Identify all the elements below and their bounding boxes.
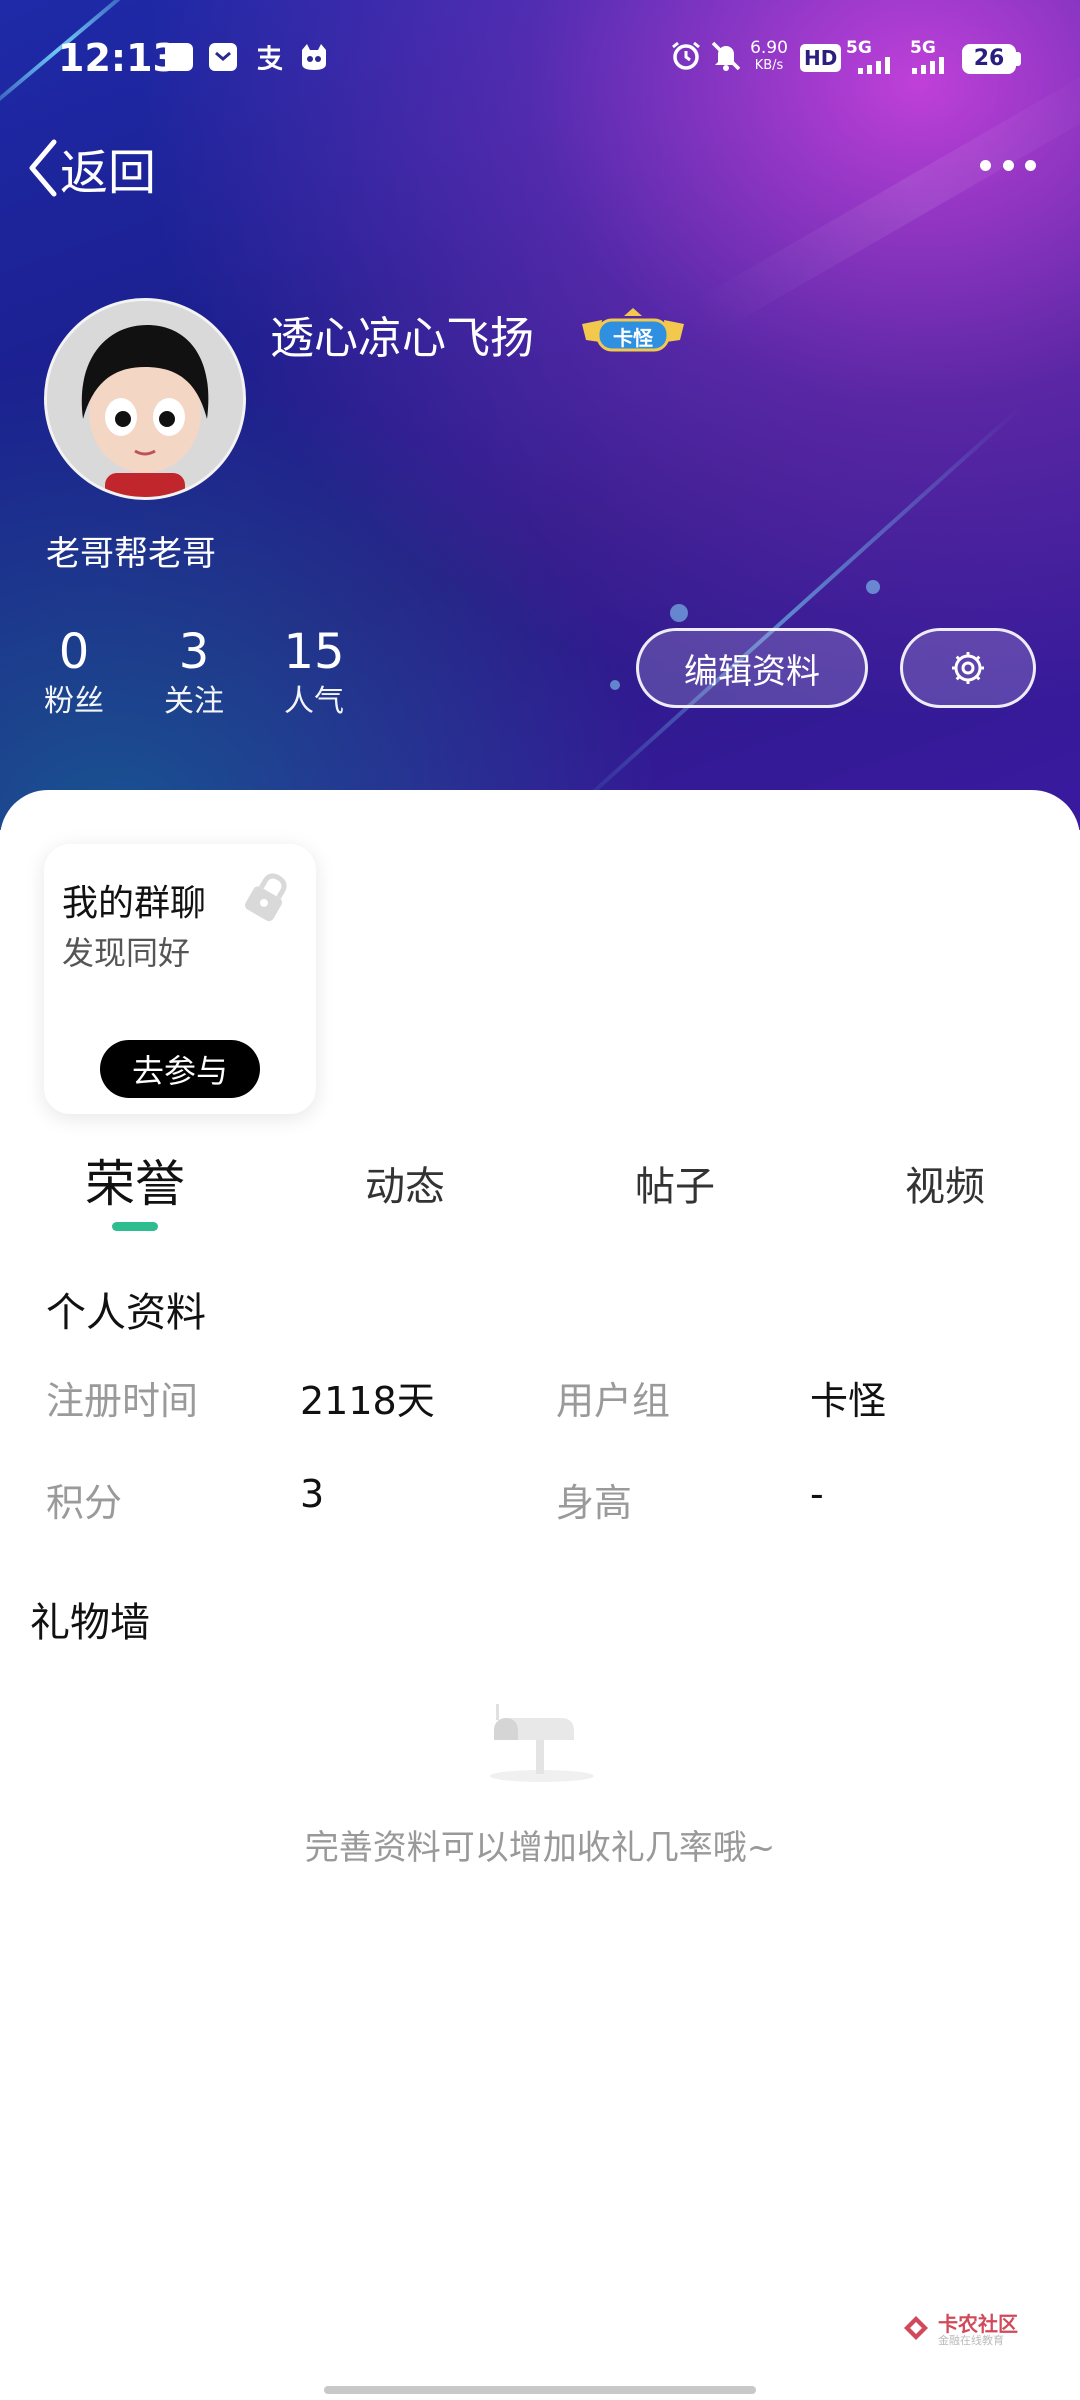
info-label: 注册时间 [46, 1379, 199, 1423]
watermark-sub: 金融在线教育 [938, 2334, 1004, 2347]
battery-tip [1016, 52, 1021, 66]
stat-value: 15 [283, 624, 345, 680]
speed-value: 6.90 [750, 38, 788, 58]
decor-dot [670, 604, 688, 622]
back-button[interactable]: 返回 [26, 138, 156, 201]
sim1-label: 5G [846, 38, 872, 58]
stat-popularity[interactable]: 15 人气 [264, 622, 364, 722]
info-value: 2118天 [300, 1379, 435, 1423]
gift-wall-title: 礼物墙 [30, 1600, 150, 1646]
alipay-icon [254, 42, 284, 72]
message-icon [208, 42, 238, 72]
avatar[interactable] [44, 298, 246, 500]
tab-active-indicator [112, 1222, 158, 1231]
info-value: - [810, 1472, 824, 1516]
home-indicator[interactable] [324, 2386, 756, 2394]
status-bar: 12:13 6.90 KB/s HD 5G 5G 26 [0, 0, 1080, 120]
speed-unit: KB/s [754, 58, 784, 73]
stat-value: 3 [178, 624, 210, 680]
group-chat-card[interactable]: 我的群聊 发现同好 去参与 [44, 844, 316, 1114]
decor-dot [610, 680, 620, 690]
chevron-left-icon [26, 138, 60, 198]
gift-wall-empty-text: 完善资料可以增加收礼几率哦~ [304, 1828, 776, 1868]
info-label: 身高 [556, 1481, 633, 1525]
stat-label: 人气 [284, 684, 344, 719]
settings-button[interactable] [900, 628, 1036, 708]
kanong-logo-icon [900, 2312, 932, 2344]
signature: 老哥帮老哥 [46, 534, 216, 574]
join-button[interactable]: 去参与 [100, 1040, 260, 1098]
decor-dot [866, 580, 880, 594]
user-group-badge: 卡怪 [578, 306, 688, 362]
tab-videos[interactable]: 视频 [870, 1154, 1020, 1212]
hd-badge: HD [800, 44, 842, 72]
stat-label: 关注 [164, 684, 224, 719]
username: 透心凉心飞扬 [270, 313, 534, 364]
status-time: 12:13 [58, 36, 179, 80]
watermark: 卡农社区 金融在线教育 [900, 2308, 1030, 2350]
alarm-icon [670, 40, 700, 70]
group-card-subtitle: 发现同好 [62, 934, 191, 972]
back-label: 返回 [60, 145, 157, 201]
tab-activity[interactable]: 动态 [330, 1154, 480, 1212]
edit-profile-button[interactable]: 编辑资料 [636, 628, 868, 708]
sim2-label: 5G [910, 38, 936, 58]
personal-info-title: 个人资料 [46, 1290, 206, 1336]
tab-honor[interactable]: 荣誉 [60, 1144, 210, 1216]
stat-label: 粉丝 [44, 684, 104, 719]
stat-following[interactable]: 3 关注 [144, 622, 244, 722]
tab-posts[interactable]: 帖子 [600, 1154, 750, 1212]
signal-icon [858, 56, 898, 74]
more-dots-icon[interactable] [980, 160, 1036, 176]
mute-icon [710, 40, 741, 71]
cat-app-icon [298, 42, 328, 72]
info-value: 卡怪 [810, 1379, 887, 1423]
gear-icon [949, 649, 987, 687]
badge-text: 卡怪 [613, 326, 653, 350]
stat-followers[interactable]: 0 粉丝 [24, 622, 124, 722]
lock-icon [240, 868, 296, 924]
group-card-title: 我的群聊 [62, 883, 207, 924]
empty-mailbox-icon [482, 1698, 596, 1784]
battery-indicator: 26 [962, 44, 1016, 74]
network-speed: 6.90 KB/s [750, 40, 788, 74]
info-label: 积分 [46, 1481, 123, 1525]
signal-icon [912, 56, 952, 74]
info-value: 3 [300, 1472, 325, 1516]
stat-value: 0 [58, 624, 90, 680]
app-notification-icon [164, 42, 194, 72]
light-streak [558, 405, 1023, 824]
info-label: 用户组 [556, 1379, 671, 1423]
